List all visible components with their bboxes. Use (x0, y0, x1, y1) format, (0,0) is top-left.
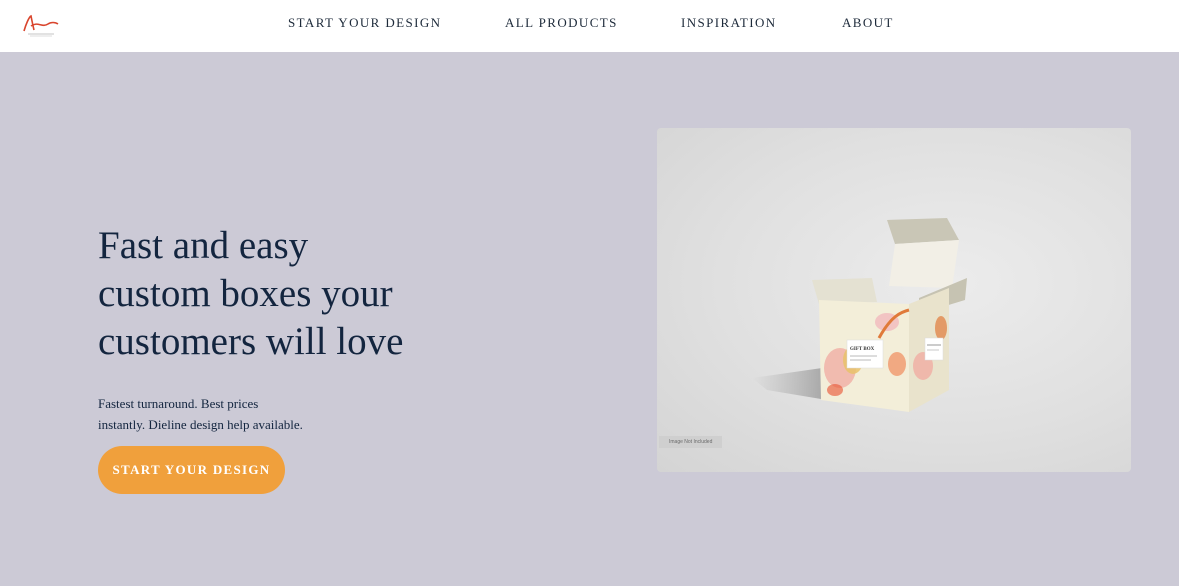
hero-title: Fast and easy custom boxes your customer… (98, 222, 518, 366)
nav-inspiration[interactable]: INSPIRATION (681, 15, 777, 31)
image-caption: Image Not Included (659, 436, 723, 448)
header-bar: START YOUR DESIGN ALL PRODUCTS INSPIRATI… (0, 0, 1179, 52)
hero-subtitle: Fastest turnaround. Best prices instantl… (98, 393, 358, 435)
hero-subtitle-line: Fastest turnaround. Best prices (98, 396, 259, 411)
hero-title-line: custom boxes your (98, 272, 393, 315)
main-nav: START YOUR DESIGN ALL PRODUCTS INSPIRATI… (0, 0, 1179, 46)
nav-about[interactable]: ABOUT (842, 15, 894, 31)
start-your-design-button[interactable]: START YOUR DESIGN (98, 446, 285, 494)
hero-title-line: customers will love (98, 320, 404, 363)
box-label-text: GIFT BOX (850, 347, 875, 352)
gift-box-illustration: GIFT BOX (752, 218, 967, 412)
hero-subtitle-line: instantly. Dieline design help available… (98, 417, 303, 432)
product-image-card: GIFT BOX Image Not Included (657, 128, 1131, 472)
nav-all-products[interactable]: ALL PRODUCTS (505, 15, 618, 31)
hero-title-line: Fast and easy (98, 224, 309, 267)
nav-start-your-design[interactable]: START YOUR DESIGN (288, 15, 441, 31)
